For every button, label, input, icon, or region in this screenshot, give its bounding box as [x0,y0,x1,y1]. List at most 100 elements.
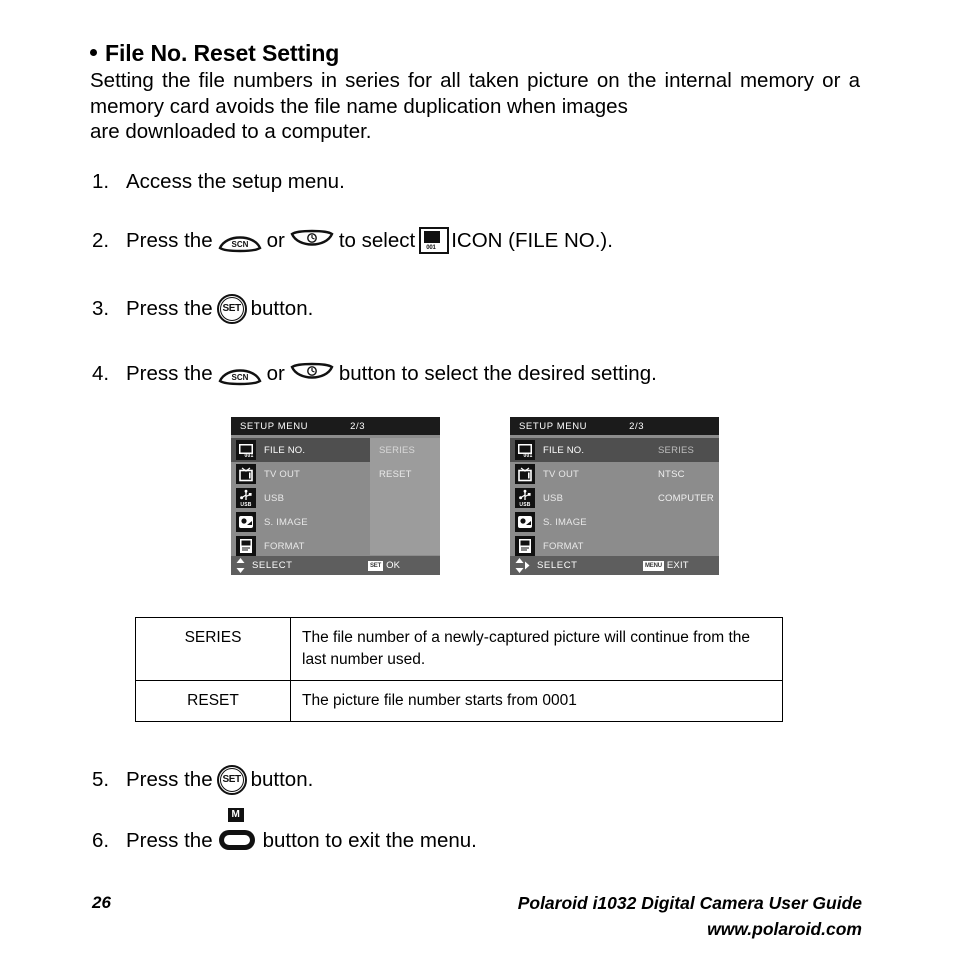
menu-row-label: FORMAT [264,540,305,552]
up-down-right-arrows-icon [515,558,530,573]
step-6: 6. Press the M button to exit the menu. [92,808,477,858]
menu-title-bar: SETUP MENU 2/3 [510,417,719,435]
menu-row-tv-out[interactable]: TV OUT NTSC [510,462,719,486]
step-5-text-post: button. [250,768,314,791]
menu-row-label: S. IMAGE [543,516,587,528]
bullet-icon [90,49,97,56]
menu-row-value: SERIES [379,444,416,456]
step-5-number: 5. [92,768,110,791]
menu-body: 001 FILE NO. SERIES [231,438,440,558]
menu-page-indicator: 2/3 [629,420,645,432]
menu-title-label: SETUP MENU [519,420,588,432]
menu-row-tv-out[interactable]: TV OUT RESET [231,462,440,486]
svg-text:001: 001 [245,453,254,459]
menu-rows: 001 FILE NO. SERIES [231,438,440,558]
footer-guide-title: Polaroid i1032 Digital Camera User Guide [517,893,862,913]
table-cell-key: SERIES [135,617,291,681]
menu-row-value: COMPUTER [658,492,714,504]
menu-button-pill [218,830,255,850]
step-4-number: 4. [92,362,110,385]
step-2-text-pre: Press the [126,228,213,252]
tv-out-icon [515,464,535,484]
menu-button-m-label: M [227,808,244,822]
menu-row-value: NTSC [658,468,685,480]
step-1-number: 1. [92,170,110,193]
scn-button-icon: SCN [217,362,263,386]
self-timer-button-icon [289,229,335,253]
intro-paragraph: Setting the file numbers in series for a… [90,68,860,145]
page-title: File No. Reset Setting [90,40,339,67]
file-no-icon: 001 [236,440,256,460]
set-button-label: SET [219,297,244,321]
menu-row-file-no[interactable]: 001 FILE NO. SERIES [510,438,719,462]
menu-row-usb[interactable]: USB USB COMPUTER [510,486,719,510]
step-2-text-mid: or [266,228,285,252]
menu-row-label: USB [264,492,285,504]
setup-menu-screen-left: SETUP MENU 2/3 001 FILE NO. SERIES TV OU… [231,417,440,575]
table-cell-description: The picture file number starts from 0001 [290,680,783,722]
svg-text:USB: USB [240,502,251,508]
menu-row-s-image[interactable]: S. IMAGE [231,510,440,534]
step-6-text-post: button to exit the menu. [262,829,477,852]
section-title-text: File No. Reset Setting [105,40,340,66]
menu-row-format[interactable]: FORMAT [510,534,719,558]
menu-row-format[interactable]: FORMAT [231,534,440,558]
manual-page: File No. Reset Setting Setting the file … [0,0,954,954]
settings-description-table: SERIES The file number of a newly-captur… [135,617,783,722]
step-3: 3. Press the SET button. [92,294,313,324]
self-timer-button-icon [289,362,335,386]
menu-title-label: SETUP MENU [240,420,309,432]
menu-footer-bar: SELECT SET OK [231,556,440,575]
set-badge-icon: SET [368,560,384,571]
menu-row-usb[interactable]: USB USB [231,486,440,510]
file-no-icon: 001 [515,440,535,460]
step-6-text-pre: Press the [126,829,213,852]
s-image-icon [515,512,535,532]
table-cell-key: RESET [135,680,291,722]
menu-row-value: SERIES [658,444,695,456]
step-1: 1. Access the setup menu. [92,169,345,195]
menu-footer-select-label: SELECT [537,560,578,571]
menu-row-label: FORMAT [543,540,584,552]
set-button-icon: SET [216,765,247,795]
menu-row-label: TV OUT [264,468,301,480]
file-no-icon-number: 001 [426,245,436,251]
menu-button-icon: M [217,808,259,858]
menu-row-s-image[interactable]: S. IMAGE [510,510,719,534]
step-3-text-pre: Press the [126,297,213,320]
svg-text:USB: USB [519,502,530,508]
scn-button-icon: SCN [217,229,263,253]
tv-out-icon [236,464,256,484]
menu-row-label: USB [543,492,564,504]
intro-line-3: are downloaded to a computer. [90,120,372,143]
step-2-text-tail: ICON (FILE NO.). [451,228,613,252]
file-no-icon: 001 [419,227,450,254]
menu-badge-icon: MENU [643,560,664,571]
page-number: 26 [92,893,111,912]
step-4-text-post: button to select the desired setting. [338,362,657,385]
table-cell-description: The file number of a newly-captured pict… [290,617,783,681]
set-button-icon: SET [216,294,247,324]
s-image-icon [236,512,256,532]
menu-footer-action-label: EXIT [666,560,689,571]
menu-footer-bar: SELECT MENU EXIT [510,556,719,575]
step-3-number: 3. [92,297,110,320]
table-row: RESET The picture file number starts fro… [135,680,783,722]
usb-icon: USB [236,488,256,508]
menu-row-value: RESET [379,468,412,480]
step-5-text-pre: Press the [126,768,213,791]
menu-row-label: S. IMAGE [264,516,308,528]
step-4: 4. Press the SCN or button to select the… [92,361,657,387]
format-icon [236,536,256,556]
file-no-icon-screen [424,231,441,243]
menu-body: 001 FILE NO. SERIES [510,438,719,558]
step-2-text-post: to select [338,228,416,252]
footer-branding: Polaroid i1032 Digital Camera User Guide… [518,890,862,942]
svg-text:001: 001 [524,453,533,459]
menu-row-label: TV OUT [543,468,580,480]
table-row: SERIES The file number of a newly-captur… [135,617,783,681]
step-1-text: Access the setup menu. [126,170,345,193]
menu-page-indicator: 2/3 [350,420,366,432]
menu-footer-action-label: OK [386,560,401,571]
menu-row-file-no[interactable]: 001 FILE NO. SERIES [231,438,440,462]
